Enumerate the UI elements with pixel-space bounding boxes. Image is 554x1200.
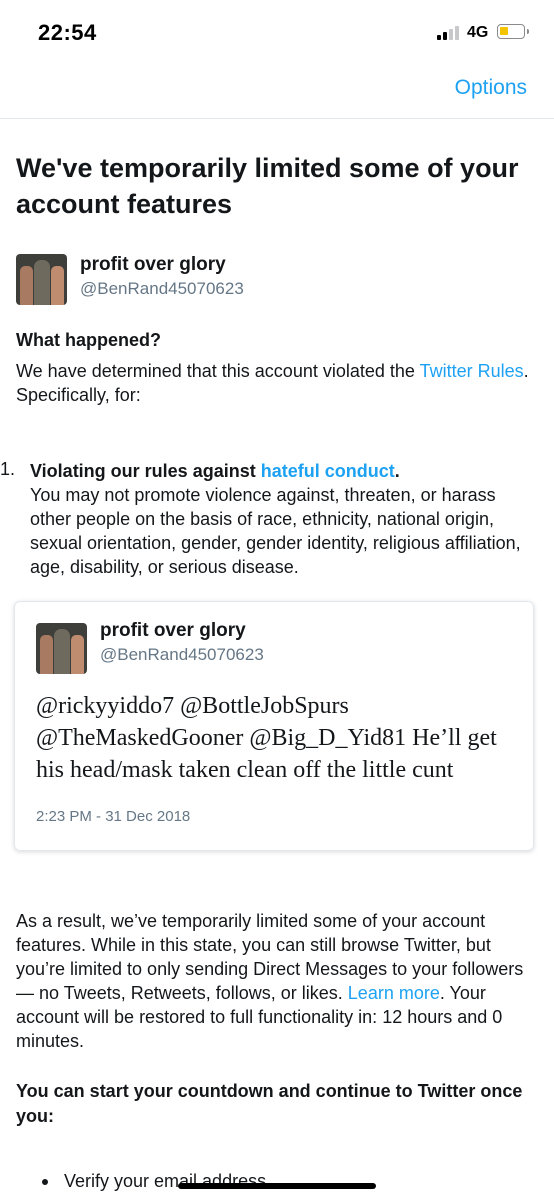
battery-icon <box>497 24 529 39</box>
options-button[interactable]: Options <box>455 76 527 100</box>
tweet-author-handle: @BenRand45070623 <box>100 645 264 664</box>
nav-bar: Options <box>0 66 554 119</box>
countdown-title: You can start your countdown and continu… <box>16 1081 523 1126</box>
violation-title: Violating our rules against hateful cond… <box>30 459 540 483</box>
tweet-avatar <box>36 623 87 674</box>
violation-title-text: Violating our rules against <box>30 461 261 481</box>
home-indicator[interactable] <box>178 1183 376 1189</box>
account-name: profit over glory <box>80 254 226 275</box>
status-bar: 22:54 4G <box>0 0 554 66</box>
hateful-conduct-link[interactable]: hateful conduct <box>261 461 395 481</box>
bullet-icon <box>42 1179 48 1185</box>
account-info: profit over glory @BenRand45070623 <box>16 254 540 310</box>
account-handle: @BenRand45070623 <box>80 279 244 298</box>
twitter-rules-link[interactable]: Twitter Rules <box>420 361 524 381</box>
what-happened-text-start: We have determined that this account vio… <box>16 361 420 381</box>
tweet-timestamp: 2:23 PM - 31 Dec 2018 <box>36 808 191 825</box>
tweet-text: @rickyyiddo7 @BottleJobSpurs @TheMaskedG… <box>36 693 497 783</box>
violation-title-end: . <box>394 461 400 481</box>
signal-strength-icon <box>437 26 463 40</box>
avatar <box>16 254 67 305</box>
main-content: We've temporarily limited some of your a… <box>0 150 540 1192</box>
tweet-author-name: profit over glory <box>100 620 246 641</box>
result-text: As a result, we’ve temporarily limited s… <box>16 909 540 1053</box>
what-happened-title: What happened? <box>16 330 161 350</box>
learn-more-link[interactable]: Learn more <box>348 983 440 1003</box>
violation-item: 1. Violating our rules against hateful c… <box>0 459 540 579</box>
page-title: We've temporarily limited some of your a… <box>16 153 519 219</box>
status-time: 22:54 <box>38 20 97 45</box>
violation-description: You may not promote violence against, th… <box>30 485 521 577</box>
violation-number: 1. <box>0 459 16 479</box>
tweet-card[interactable]: profit over glory @BenRand45070623 @rick… <box>14 601 534 851</box>
what-happened-text: We have determined that this account vio… <box>16 359 540 407</box>
network-type: 4G <box>467 24 489 41</box>
